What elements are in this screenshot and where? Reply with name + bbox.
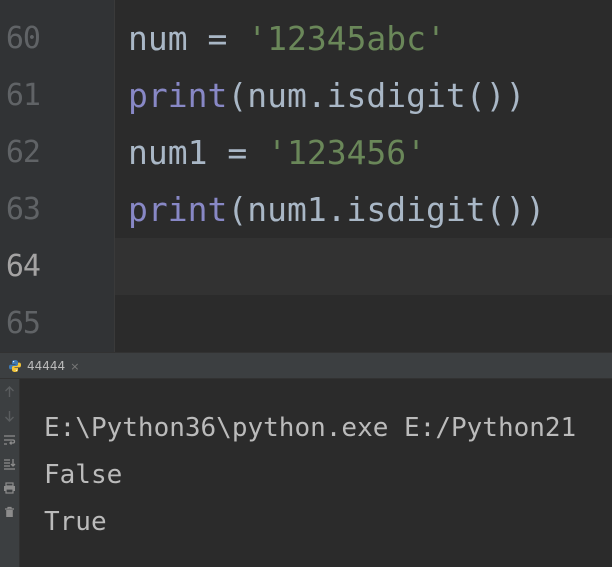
- code-line-62[interactable]: num1 = '123456': [128, 124, 426, 181]
- operator-token: =: [187, 19, 248, 58]
- run-config-tab[interactable]: 44444 ×: [8, 356, 79, 376]
- arrow-down-icon[interactable]: [0, 405, 19, 427]
- operator-token: =: [207, 133, 268, 172]
- run-tab-bar: 44444 ×: [0, 352, 612, 379]
- scroll-to-end-icon[interactable]: [0, 453, 19, 475]
- line-number-gutter: 60 61 62 63 64 65: [0, 0, 115, 352]
- code-line-60[interactable]: num = '12345abc': [128, 10, 446, 67]
- builtin-keyword: print: [128, 190, 228, 229]
- run-tool-window: 44444 × E:\Python36\python.exe E:/Python…: [0, 352, 612, 567]
- run-side-toolbar: [0, 379, 20, 567]
- code-line-63[interactable]: print (num1.isdigit()): [128, 181, 545, 238]
- line-number: 60: [5, 21, 40, 56]
- python-icon: [9, 360, 21, 372]
- close-icon[interactable]: ×: [70, 360, 79, 373]
- code-line-61[interactable]: print (num.isdigit()): [128, 67, 525, 124]
- soft-wrap-icon[interactable]: [0, 429, 19, 451]
- call-expression: (num1.isdigit()): [227, 190, 546, 229]
- line-number-current: 64: [5, 249, 40, 284]
- current-line-highlight: [115, 238, 612, 295]
- code-editor[interactable]: 60 61 62 63 64 65 num = '12345abc' print…: [0, 0, 612, 352]
- builtin-keyword: print: [128, 76, 228, 115]
- variable-token: num1: [128, 133, 208, 172]
- line-number: 62: [5, 135, 40, 170]
- console-output-line: True: [44, 507, 107, 537]
- variable-token: num: [128, 19, 188, 58]
- line-number: 63: [5, 192, 40, 227]
- call-expression: (num.isdigit()): [227, 76, 526, 115]
- console-output-line: E:\Python36\python.exe E:/Python21: [44, 413, 577, 443]
- line-number: 61: [5, 78, 40, 113]
- string-literal: '123456': [267, 133, 427, 172]
- string-literal: '12345abc': [247, 19, 446, 58]
- line-number: 65: [5, 306, 40, 341]
- arrow-up-icon[interactable]: [0, 381, 19, 403]
- trash-icon[interactable]: [0, 501, 19, 523]
- print-icon[interactable]: [0, 477, 19, 499]
- gutter-divider: [114, 0, 115, 352]
- run-tab-label: 44444: [27, 359, 66, 373]
- console-output-line: False: [44, 460, 123, 490]
